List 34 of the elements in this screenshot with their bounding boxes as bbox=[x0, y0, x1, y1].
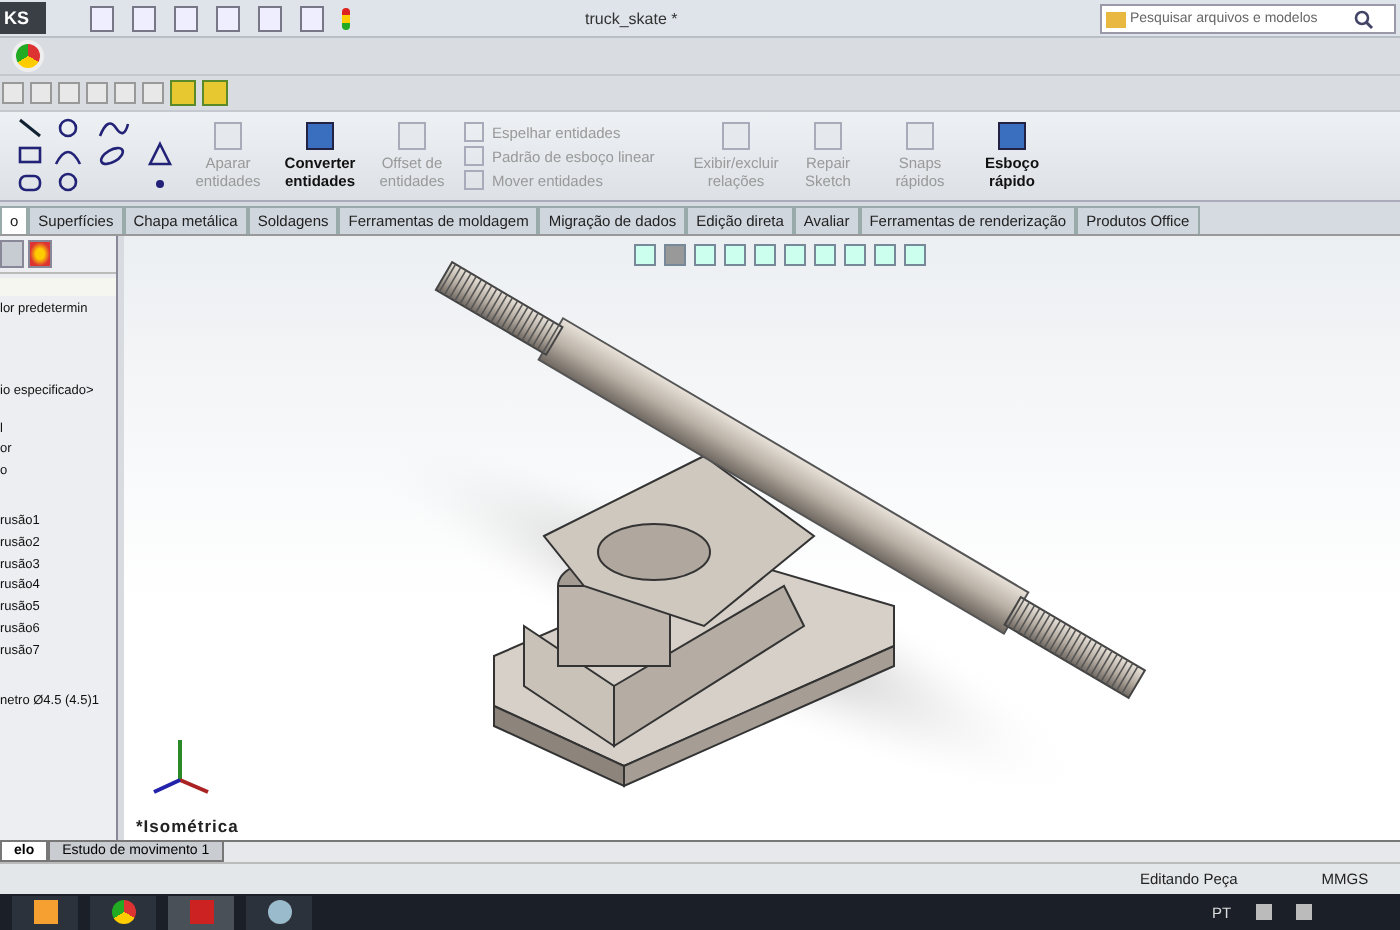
sketch-tools-icon[interactable] bbox=[16, 116, 176, 196]
toolbar-icon[interactable] bbox=[215, 5, 240, 31]
filter-field[interactable] bbox=[0, 278, 116, 296]
view-toolbar-icon[interactable] bbox=[754, 244, 776, 266]
toolbar-icon[interactable] bbox=[257, 5, 282, 31]
view-toolbar-icon[interactable] bbox=[694, 244, 716, 266]
appearance-icon[interactable] bbox=[28, 240, 52, 268]
view-toolbar-icon[interactable] bbox=[904, 244, 926, 266]
view-toolbar-icon[interactable] bbox=[874, 244, 896, 266]
toolbar-icon[interactable] bbox=[114, 82, 136, 104]
toolbar-icon[interactable] bbox=[173, 5, 198, 31]
view-toolbar-icon[interactable] bbox=[634, 244, 656, 266]
toolbar-icon[interactable] bbox=[2, 82, 24, 104]
folder-icon bbox=[1106, 11, 1126, 27]
traffic-light-icon[interactable] bbox=[341, 7, 350, 29]
toolbar-icon[interactable] bbox=[86, 82, 108, 104]
tab-icon[interactable] bbox=[0, 240, 24, 268]
toolbar-icon[interactable] bbox=[299, 5, 324, 31]
view-toolbar-icon[interactable] bbox=[784, 244, 806, 266]
app-name: KS bbox=[0, 2, 46, 34]
toolbar-icon[interactable] bbox=[170, 80, 196, 106]
view-toolbar-icon[interactable] bbox=[724, 244, 746, 266]
toolbar-icon[interactable] bbox=[131, 5, 156, 31]
toolbar-icon[interactable] bbox=[30, 82, 52, 104]
view-orientation-label: *Isométrica bbox=[136, 816, 239, 836]
toolbar-icon[interactable] bbox=[58, 82, 80, 104]
toolbar-icon[interactable] bbox=[142, 82, 164, 104]
window-title: truck_skate * bbox=[585, 9, 678, 27]
search-icon[interactable] bbox=[1354, 9, 1374, 29]
toolbar-icon[interactable] bbox=[202, 80, 228, 106]
view-toolbar-icon[interactable] bbox=[814, 244, 836, 266]
browser-icon[interactable] bbox=[90, 895, 156, 929]
view-toolbar-icon[interactable] bbox=[844, 244, 866, 266]
toolbar-icon[interactable] bbox=[89, 5, 114, 31]
